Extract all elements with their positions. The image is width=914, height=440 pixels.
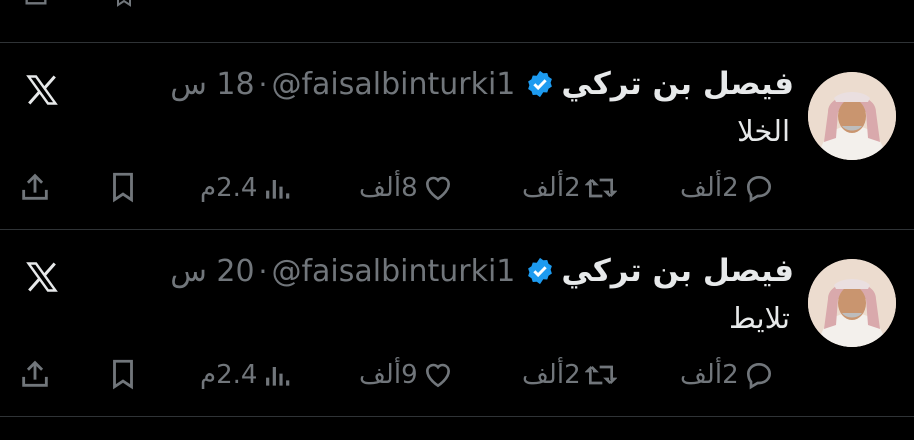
separator-dot: · bbox=[258, 254, 268, 288]
display-name[interactable]: فيصل بن تركي bbox=[561, 66, 794, 102]
share-icon[interactable] bbox=[18, 170, 52, 204]
reply-count: 2ألف bbox=[680, 173, 739, 203]
separator-dot: · bbox=[258, 67, 268, 101]
tweet-text: تلايط bbox=[729, 301, 790, 335]
verified-badge-icon bbox=[528, 257, 553, 285]
share-icon[interactable] bbox=[18, 357, 52, 391]
avatar[interactable] bbox=[808, 259, 896, 347]
reply-count: 2ألف bbox=[680, 360, 739, 390]
avatar[interactable] bbox=[808, 72, 896, 160]
user-handle[interactable]: @faisalbinturki1 bbox=[271, 67, 515, 102]
retweet-count: 2ألف bbox=[522, 173, 581, 203]
x-logo-icon[interactable] bbox=[24, 259, 60, 295]
like-count: 8ألف bbox=[359, 173, 418, 203]
like-button[interactable]: 9ألف bbox=[355, 357, 454, 393]
reply-icon bbox=[746, 175, 771, 203]
bookmark-icon[interactable] bbox=[108, 0, 140, 8]
divider bbox=[0, 416, 914, 417]
retweet-count: 2ألف bbox=[522, 360, 581, 390]
heart-icon bbox=[425, 363, 450, 388]
reply-button[interactable]: 2ألف bbox=[676, 170, 775, 206]
like-count: 9ألف bbox=[359, 360, 418, 390]
verified-badge-icon bbox=[528, 70, 553, 98]
retweet-icon bbox=[584, 365, 617, 385]
share-icon[interactable] bbox=[20, 0, 52, 8]
views-count: 2.4م bbox=[200, 173, 258, 203]
views-button[interactable]: 2.4م bbox=[196, 357, 293, 393]
bookmark-icon[interactable] bbox=[106, 170, 140, 204]
tweet-text: الخلا bbox=[737, 114, 790, 148]
views-icon bbox=[266, 180, 290, 199]
tweet[interactable]: 20 س · @faisalbinturki1 فيصل بن تركي تلا… bbox=[0, 229, 914, 419]
retweet-icon bbox=[584, 178, 617, 198]
views-count: 2.4م bbox=[200, 360, 258, 390]
display-name[interactable]: فيصل بن تركي bbox=[561, 253, 794, 289]
retweet-button[interactable]: 2ألف bbox=[518, 170, 617, 206]
like-button[interactable]: 8ألف bbox=[355, 170, 454, 206]
reply-button[interactable]: 2ألف bbox=[676, 357, 775, 393]
reply-icon bbox=[746, 362, 771, 390]
tweet-time[interactable]: 18 س bbox=[170, 67, 254, 102]
tweet[interactable]: 18 س · @faisalbinturki1 فيصل بن تركي الخ… bbox=[0, 42, 914, 232]
views-button[interactable]: 2.4م bbox=[196, 170, 293, 206]
retweet-button[interactable]: 2ألف bbox=[518, 357, 617, 393]
heart-icon bbox=[425, 176, 450, 201]
tweet-time[interactable]: 20 س bbox=[170, 254, 254, 289]
bookmark-icon[interactable] bbox=[106, 357, 140, 391]
previous-tweet-actions-partial bbox=[0, 0, 914, 10]
user-handle[interactable]: @faisalbinturki1 bbox=[271, 254, 515, 289]
views-icon bbox=[266, 367, 290, 386]
x-logo-icon[interactable] bbox=[24, 72, 60, 108]
